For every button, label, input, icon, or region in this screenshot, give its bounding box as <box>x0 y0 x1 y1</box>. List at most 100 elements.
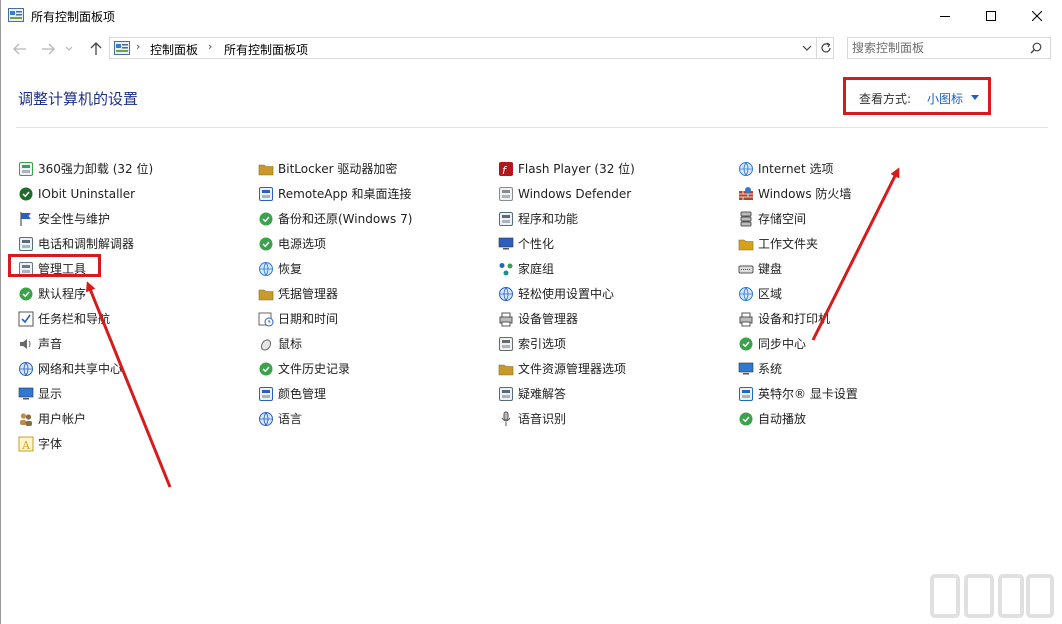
control-panel-item[interactable]: 疑难解答 <box>498 381 635 406</box>
network-icon <box>18 361 34 377</box>
control-panel-item[interactable]: 程序和功能 <box>498 206 635 231</box>
search-icon[interactable] <box>1030 42 1042 54</box>
control-panel-item-label: 存储空间 <box>758 210 806 227</box>
control-panel-item[interactable]: 轻松使用设置中心 <box>498 281 635 306</box>
control-panel-item[interactable]: 索引选项 <box>498 331 635 356</box>
printer-icon <box>738 311 754 327</box>
control-panel-item[interactable]: 360强力卸载 (32 位) <box>18 156 153 181</box>
control-panel-item-label: 网络和共享中心 <box>38 360 122 377</box>
back-button[interactable] <box>10 40 30 58</box>
control-panel-item-label: 键盘 <box>758 260 782 277</box>
refresh-button[interactable] <box>816 38 835 58</box>
control-panel-item[interactable]: RemoteApp 和桌面连接 <box>258 181 412 206</box>
caret-down-icon[interactable] <box>971 95 979 100</box>
control-panel-item[interactable]: BitLocker 驱动器加密 <box>258 156 412 181</box>
font-icon: A <box>18 436 34 452</box>
control-panel-item[interactable]: 键盘 <box>738 256 858 281</box>
control-panel-item[interactable]: 电源选项 <box>258 231 412 256</box>
indexing-icon <box>498 336 514 352</box>
control-panel-item-label: 系统 <box>758 360 782 377</box>
search-box[interactable] <box>847 37 1051 59</box>
control-panel-item[interactable]: 网络和共享中心 <box>18 356 153 381</box>
control-panel-item-label: 显示 <box>38 385 62 402</box>
control-panel-item[interactable]: Internet 选项 <box>738 156 858 181</box>
control-panel-item[interactable]: 英特尔® 显卡设置 <box>738 381 858 406</box>
breadcrumb-all-items[interactable]: 所有控制面板项 <box>224 41 308 58</box>
control-panel-item[interactable]: 家庭组 <box>498 256 635 281</box>
control-panel-item[interactable]: 设备和打印机 <box>738 306 858 331</box>
breadcrumb-separator-icon[interactable]: › <box>136 40 140 53</box>
control-panel-item[interactable]: 同步中心 <box>738 331 858 356</box>
control-panel-item[interactable]: 存储空间 <box>738 206 858 231</box>
intel-graphics-icon <box>738 386 754 402</box>
control-panel-item[interactable]: 个性化 <box>498 231 635 256</box>
control-panel-item[interactable]: Windows 防火墙 <box>738 181 858 206</box>
control-panel-item-label: Windows 防火墙 <box>758 185 851 202</box>
title-bar: 所有控制面板项 <box>0 0 1062 32</box>
breadcrumb-control-panel[interactable]: 控制面板 <box>150 41 198 58</box>
personalization-icon <box>498 236 514 252</box>
forward-button[interactable] <box>38 40 58 58</box>
recovery-icon <box>258 261 274 277</box>
minimize-button[interactable] <box>922 0 968 31</box>
up-button[interactable] <box>86 40 106 58</box>
control-panel-item[interactable]: A字体 <box>18 431 153 456</box>
control-panel-item-label: 备份和还原(Windows 7) <box>278 210 412 227</box>
ease-of-access-icon <box>498 286 514 302</box>
control-panel-item-label: 区域 <box>758 285 782 302</box>
control-panel-item-label: 安全性与维护 <box>38 210 110 227</box>
control-panel-item[interactable]: 任务栏和导航 <box>18 306 153 331</box>
control-panel-item[interactable]: 显示 <box>18 381 153 406</box>
homegroup-icon <box>498 261 514 277</box>
search-input[interactable] <box>852 39 1022 57</box>
control-panel-item[interactable]: 凭据管理器 <box>258 281 412 306</box>
scrollbar[interactable] <box>1048 66 1062 624</box>
control-panel-item[interactable]: 语言 <box>258 406 412 431</box>
control-panel-item[interactable]: fFlash Player (32 位) <box>498 156 635 181</box>
close-button[interactable] <box>1014 0 1060 31</box>
control-panel-item[interactable]: Windows Defender <box>498 181 635 206</box>
control-panel-item-label: 自动播放 <box>758 410 806 427</box>
view-by-value[interactable]: 小图标 <box>927 90 963 107</box>
maximize-icon <box>986 11 996 21</box>
device-manager-icon <box>498 311 514 327</box>
control-panel-item[interactable]: 恢复 <box>258 256 412 281</box>
control-panel-item[interactable]: 电话和调制解调器 <box>18 231 153 256</box>
control-panel-item[interactable]: 备份和还原(Windows 7) <box>258 206 412 231</box>
breadcrumb-separator-icon[interactable]: › <box>208 40 212 53</box>
control-panel-item[interactable]: 声音 <box>18 331 153 356</box>
control-panel-item[interactable]: 工作文件夹 <box>738 231 858 256</box>
microphone-icon <box>498 411 514 427</box>
control-panel-item-label: 鼠标 <box>278 335 302 352</box>
language-icon <box>258 411 274 427</box>
remoteapp-icon <box>258 186 274 202</box>
watermark-logo <box>928 570 1058 624</box>
control-panel-item[interactable]: 颜色管理 <box>258 381 412 406</box>
control-panel-item-label: 电源选项 <box>278 235 326 252</box>
control-panel-item[interactable]: 语音识别 <box>498 406 635 431</box>
items-column-4: Internet 选项 Windows 防火墙存储空间工作文件夹键盘区域设备和打印… <box>738 156 858 431</box>
control-panel-item[interactable]: 默认程序 <box>18 281 153 306</box>
control-panel-item[interactable]: 区域 <box>738 281 858 306</box>
folder-options-icon <box>498 361 514 377</box>
control-panel-item-label: BitLocker 驱动器加密 <box>278 160 397 177</box>
control-panel-item[interactable]: 鼠标 <box>258 331 412 356</box>
control-panel-item[interactable]: 系统 <box>738 356 858 381</box>
phone-modem-icon <box>18 236 34 252</box>
control-panel-item[interactable]: 日期和时间 <box>258 306 412 331</box>
control-panel-item[interactable]: 设备管理器 <box>498 306 635 331</box>
recent-locations-button[interactable] <box>62 40 76 58</box>
control-panel-item[interactable]: 文件历史记录 <box>258 356 412 381</box>
control-panel-item[interactable]: 安全性与维护 <box>18 206 153 231</box>
address-dropdown-button[interactable] <box>800 41 814 55</box>
maximize-button[interactable] <box>968 0 1014 31</box>
control-panel-item[interactable]: 自动播放 <box>738 406 858 431</box>
sync-icon <box>738 336 754 352</box>
items-column-2: BitLocker 驱动器加密 RemoteApp 和桌面连接备份和还原(Wind… <box>258 156 412 431</box>
defender-icon <box>498 186 514 202</box>
control-panel-item[interactable]: 用户帐户 <box>18 406 153 431</box>
address-bar[interactable]: › 控制面板 › 所有控制面板项 <box>109 37 834 59</box>
control-panel-item[interactable]: IObit Uninstaller <box>18 181 153 206</box>
control-panel-item[interactable]: 文件资源管理器选项 <box>498 356 635 381</box>
control-panel-item-label: Windows Defender <box>518 187 631 201</box>
